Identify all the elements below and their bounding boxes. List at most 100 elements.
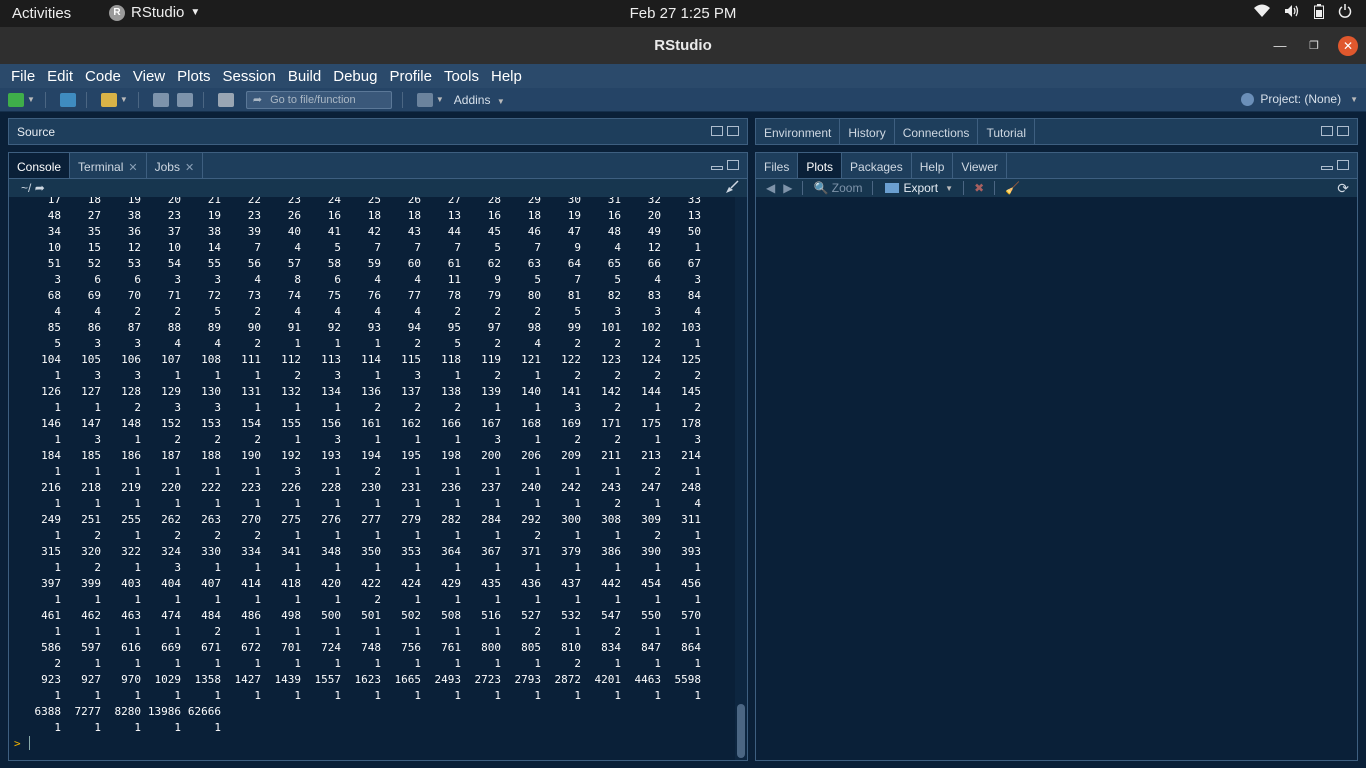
maximize-pane-icon[interactable] (727, 160, 739, 170)
maximize-pane-icon[interactable] (1337, 160, 1349, 170)
minimize-pane-icon[interactable] (1321, 166, 1333, 170)
console-output-value: 2 (534, 625, 541, 638)
tab-jobs[interactable]: Jobs ✕ (147, 153, 204, 178)
menu-help[interactable]: Help (491, 68, 522, 85)
clear-console-icon[interactable] (725, 180, 739, 194)
workspace-panes-icon[interactable] (416, 92, 433, 107)
close-icon[interactable]: ✕ (1338, 36, 1358, 56)
restore-pane-icon[interactable] (711, 126, 723, 136)
console-output-value: 2 (174, 433, 181, 446)
minimize-icon[interactable]: — (1270, 36, 1290, 56)
tab-console[interactable]: Console (9, 153, 71, 178)
tab-packages[interactable]: Packages (842, 153, 912, 178)
open-file-icon[interactable] (100, 92, 117, 107)
menu-view[interactable]: View (133, 68, 165, 85)
console-output-value: 237 (481, 481, 501, 494)
remove-plot-icon[interactable]: ✖ (974, 181, 984, 195)
console-output-value: 5598 (674, 673, 702, 686)
console-output-area[interactable]: 17 18 19 20 21 22 23 24 25 26 27 28 29 30 31 32 33 48 27 38… (8, 197, 748, 761)
save-icon[interactable] (152, 92, 169, 107)
zoom-button[interactable]: 🔍 Zoom (813, 181, 862, 195)
console-output-value: 1 (694, 337, 701, 350)
new-file-dropdown-icon[interactable]: ▼ (27, 95, 35, 104)
app-menu[interactable]: R RStudio ▼ (109, 4, 200, 21)
battery-icon[interactable] (1314, 4, 1324, 22)
console-output-value: 2 (654, 529, 661, 542)
menu-profile[interactable]: Profile (389, 68, 432, 85)
source-pane-header[interactable]: Source (8, 118, 748, 145)
console-output-value: 50 (687, 225, 701, 238)
console-output-value: 756 (401, 641, 421, 654)
plots-toolbar: ◀ ▶ 🔍 Zoom Export ▼ ✖ 🧹 ⟳ (755, 179, 1358, 197)
plots-viewer[interactable] (755, 197, 1358, 761)
console-output-value: 228 (321, 481, 341, 494)
save-all-icon[interactable] (176, 92, 193, 107)
console-output-value: 27 (447, 197, 461, 206)
console-output-value: 13 (687, 209, 701, 222)
console-output-value: 61 (447, 257, 461, 270)
tab-help[interactable]: Help (912, 153, 954, 178)
tab-viewer[interactable]: Viewer (953, 153, 1007, 178)
tab-files[interactable]: Files (756, 153, 799, 178)
console-scrollbar-thumb[interactable] (737, 704, 745, 758)
menu-tools[interactable]: Tools (444, 68, 479, 85)
maximize-icon[interactable]: ❐ (1304, 36, 1324, 56)
print-icon[interactable] (217, 92, 234, 107)
console-output-value: 2 (454, 305, 461, 318)
tab-terminal[interactable]: Terminal ✕ (70, 153, 147, 178)
open-file-dropdown-icon[interactable]: ▼ (120, 95, 128, 104)
go-to-file-input[interactable]: ➦ Go to file/function (245, 90, 392, 109)
addins-menu[interactable]: Addins ▼ (454, 93, 505, 107)
console-output-value: 141 (561, 385, 581, 398)
pane-controls (711, 160, 739, 170)
close-tab-icon[interactable]: ✕ (185, 162, 194, 174)
tab-history[interactable]: History (840, 119, 895, 144)
menu-build[interactable]: Build (288, 68, 321, 85)
restore-pane-icon[interactable] (1321, 126, 1333, 136)
project-label: Project: (None) (1260, 92, 1342, 106)
workspace-panes-dropdown-icon[interactable]: ▼ (436, 95, 444, 104)
tab-environment[interactable]: Environment (756, 119, 841, 144)
menu-file[interactable]: File (11, 68, 35, 85)
clear-plots-icon[interactable]: 🧹 (1005, 181, 1020, 195)
minimize-pane-icon[interactable] (711, 166, 723, 170)
new-file-icon[interactable] (8, 92, 24, 107)
console-scrollbar[interactable] (735, 197, 747, 760)
export-button[interactable]: Export ▼ (885, 181, 953, 195)
wifi-icon[interactable] (1254, 4, 1270, 22)
console-output-value: 1 (334, 593, 341, 606)
clock[interactable]: Feb 27 1:25 PM (0, 5, 1366, 22)
activities-button[interactable]: Activities (12, 5, 71, 22)
menu-edit[interactable]: Edit (47, 68, 73, 85)
maximize-pane-icon[interactable] (1337, 126, 1349, 136)
menu-code[interactable]: Code (85, 68, 121, 85)
working-directory[interactable]: ~/ ➦ (21, 181, 45, 195)
close-tab-icon[interactable]: ✕ (128, 162, 137, 174)
volume-icon[interactable] (1284, 4, 1300, 22)
console-output-value: 1 (494, 657, 501, 670)
menu-debug[interactable]: Debug (333, 68, 377, 85)
system-tray[interactable] (1254, 4, 1352, 22)
console-output-value: 122 (561, 353, 581, 366)
tab-tutorial[interactable]: Tutorial (978, 119, 1036, 144)
r-logo-icon: R (109, 4, 125, 21)
menu-session[interactable]: Session (223, 68, 276, 85)
power-icon[interactable] (1338, 4, 1352, 22)
refresh-icon[interactable]: ⟳ (1337, 180, 1349, 197)
console-output-value: 4 (614, 241, 621, 254)
console-output-value: 18 (407, 209, 421, 222)
menu-plots[interactable]: Plots (177, 68, 210, 85)
forward-arrow-icon[interactable]: ▶ (783, 181, 792, 195)
back-arrow-icon[interactable]: ◀ (766, 181, 775, 195)
project-menu[interactable]: Project: (None) ▼ (1241, 92, 1358, 106)
console-output-value: 111 (241, 353, 261, 366)
maximize-pane-icon[interactable] (727, 126, 739, 136)
console-output-row: 34 35 36 37 38 39 40 41 42 43 44 45 46 47 48 49 50 (21, 224, 701, 240)
tab-connections[interactable]: Connections (895, 119, 979, 144)
console-output-value: 1 (574, 561, 581, 574)
console-output-value: 209 (561, 449, 581, 462)
tab-plots[interactable]: Plots (798, 153, 843, 178)
go-to-file-placeholder: Go to file/function (270, 93, 356, 106)
new-project-icon[interactable] (59, 92, 76, 107)
console-output-value: 1 (254, 497, 261, 510)
